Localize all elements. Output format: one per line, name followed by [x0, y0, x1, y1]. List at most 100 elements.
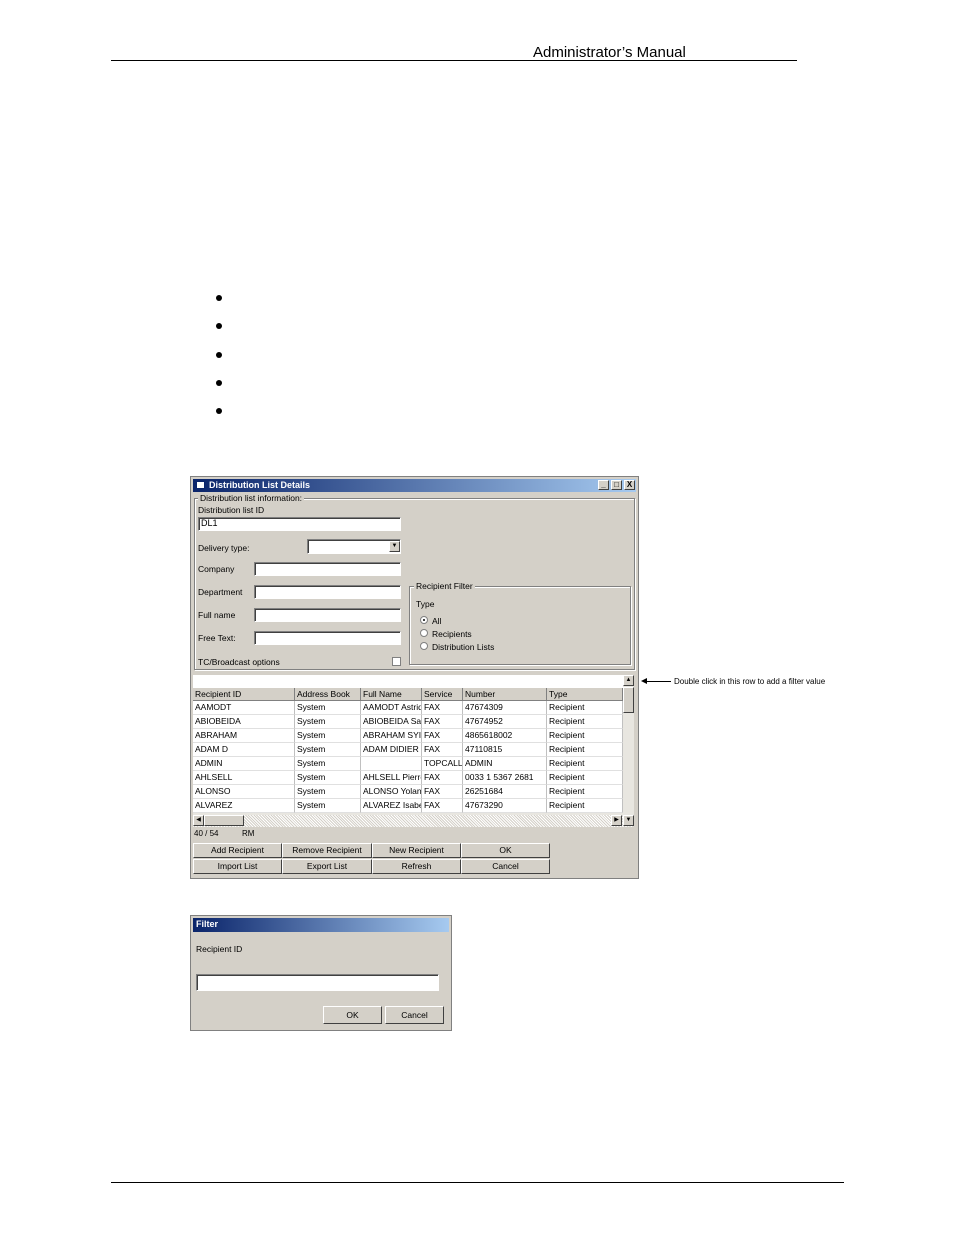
add-recipient-button[interactable]: Add Recipient [193, 843, 282, 858]
filter-row[interactable] [193, 675, 623, 689]
table-cell: ADAM DIDIER [361, 743, 422, 757]
filter-recipients-radio[interactable] [420, 629, 428, 637]
column-header[interactable]: Service [422, 688, 463, 701]
table-cell: FAX [422, 771, 463, 785]
company-input[interactable] [254, 562, 401, 576]
recipient-table: Recipient ID Address Book Full Name Service… [193, 675, 634, 815]
table-cell: ALONSO [193, 785, 295, 799]
annotation-text: Double click in this row to add a filter… [674, 677, 826, 686]
table-row[interactable]: ADMIN System TOPCALL ADMIN Recipient [193, 757, 623, 771]
record-count: 40 / 54 [194, 829, 219, 838]
table-cell: FAX [422, 715, 463, 729]
bullet-marker [216, 295, 222, 301]
table-header: Recipient ID Address Book Full Name Service… [193, 688, 623, 701]
chevron-down-icon[interactable]: ▼ [389, 541, 400, 552]
status-mode: RM [242, 829, 255, 838]
recipient-filter-group [409, 586, 631, 665]
column-header[interactable]: Address Book [295, 688, 361, 701]
table-cell: Recipient [547, 799, 623, 813]
table-cell: ABRAHAM SYI [361, 729, 422, 743]
scroll-down-icon[interactable]: ▼ [623, 815, 634, 826]
table-cell: Recipient [547, 785, 623, 799]
cancel-button[interactable]: Cancel [461, 859, 550, 874]
bullet-marker [216, 408, 222, 414]
arrow-left-icon [641, 678, 647, 684]
table-cell: Recipient [547, 701, 623, 715]
table-row[interactable]: ABRAHAM System ABRAHAM SYI FAX 4865618002 Rec… [193, 729, 623, 743]
table-cell: AHLSELL Pierre [361, 771, 422, 785]
full-name-label: Full name [198, 610, 236, 620]
table-cell: System [295, 701, 361, 715]
table-cell: ABIOBEIDA [193, 715, 295, 729]
scroll-right-icon[interactable]: ▶ [611, 815, 622, 826]
table-cell: System [295, 715, 361, 729]
list-id-label: Distribution list ID [198, 505, 265, 515]
filter-titlebar: Filter [193, 918, 449, 932]
table-row[interactable]: ABIOBEIDA System ABIOBEIDA Saa FAX 47674952 R… [193, 715, 623, 729]
filter-all-radio[interactable] [420, 616, 428, 624]
free-text-input[interactable] [254, 631, 401, 645]
filter-distribution-lists-radio[interactable] [420, 642, 428, 650]
annotation-arrow [643, 681, 671, 682]
table-cell: 47110815 [463, 743, 547, 757]
table-row[interactable]: AHLSELL System AHLSELL Pierre FAX 0033 1 536… [193, 771, 623, 785]
dialog-titlebar: Distribution List Details _ □ X [193, 479, 636, 492]
minimize-button[interactable]: _ [598, 480, 609, 490]
filter-distribution-lists-label: Distribution Lists [432, 642, 495, 652]
close-button[interactable]: X [624, 480, 635, 490]
refresh-button[interactable]: Refresh [372, 859, 461, 874]
column-header[interactable]: Number [463, 688, 547, 701]
bullet-marker [216, 380, 222, 386]
maximize-button[interactable]: □ [611, 480, 622, 490]
table-row[interactable]: ALVAREZ System ALVAREZ Isabe FAX 47673290 Rec… [193, 799, 623, 813]
free-text-label: Free Text: [198, 633, 236, 643]
new-recipient-button[interactable]: New Recipient [372, 843, 461, 858]
table-cell: System [295, 743, 361, 757]
tc-broadcast-checkbox[interactable] [392, 657, 401, 666]
ok-button[interactable]: OK [461, 843, 550, 858]
full-name-input[interactable] [254, 608, 401, 622]
export-list-button[interactable]: Export List [282, 859, 372, 874]
dialog-title: Distribution List Details [209, 480, 311, 490]
table-cell: Recipient [547, 757, 623, 771]
scroll-up-icon[interactable]: ▲ [623, 675, 634, 686]
filter-dialog: Filter Recipient ID OK Cancel [190, 915, 452, 1031]
table-row[interactable]: ALONSO System ALONSO Yolan FAX 26251684 Recip… [193, 785, 623, 799]
tc-broadcast-label: TC/Broadcast options [198, 657, 280, 667]
filter-ok-button[interactable]: OK [323, 1006, 382, 1024]
import-list-button[interactable]: Import List [193, 859, 282, 874]
table-cell: FAX [422, 785, 463, 799]
horizontal-scrollbar[interactable] [193, 815, 634, 827]
table-row[interactable]: AAMODT System AAMODT Astrid FAX 47674309 Reci… [193, 701, 623, 715]
column-header[interactable]: Recipient ID [193, 688, 295, 701]
table-cell: 4865618002 [463, 729, 547, 743]
column-header[interactable]: Type [547, 688, 623, 701]
table-cell: Recipient [547, 743, 623, 757]
table-cell: ALVAREZ [193, 799, 295, 813]
table-cell: ADMIN [193, 757, 295, 771]
horizontal-scroll-thumb[interactable] [204, 815, 244, 826]
filter-value-input[interactable] [196, 974, 439, 991]
footer-rule [111, 1182, 844, 1183]
table-cell: ALONSO Yolan [361, 785, 422, 799]
filter-all-label: All [432, 616, 442, 626]
filter-field-label: Recipient ID [196, 944, 243, 954]
table-cell: AAMODT Astrid [361, 701, 422, 715]
department-input[interactable] [254, 585, 401, 599]
table-row[interactable]: ADAM D System ADAM DIDIER FAX 47110815 Recipi… [193, 743, 623, 757]
distribution-list-dialog: Distribution List Details _ □ X Distribu… [190, 476, 639, 879]
filter-cancel-button[interactable]: Cancel [385, 1006, 444, 1024]
remove-recipient-button[interactable]: Remove Recipient [282, 843, 372, 858]
list-id-input[interactable]: DL1 [198, 517, 401, 531]
column-header[interactable]: Full Name [361, 688, 422, 701]
filter-type-label: Type [416, 599, 435, 609]
vertical-scroll-thumb[interactable] [623, 687, 634, 713]
delivery-type-select[interactable] [307, 539, 401, 554]
table-cell: TOPCALL [422, 757, 463, 771]
table-cell: ADAM D [193, 743, 295, 757]
table-cell: FAX [422, 799, 463, 813]
table-cell: Recipient [547, 771, 623, 785]
table-cell: FAX [422, 743, 463, 757]
table-cell: System [295, 799, 361, 813]
scroll-left-icon[interactable]: ◀ [193, 815, 204, 826]
